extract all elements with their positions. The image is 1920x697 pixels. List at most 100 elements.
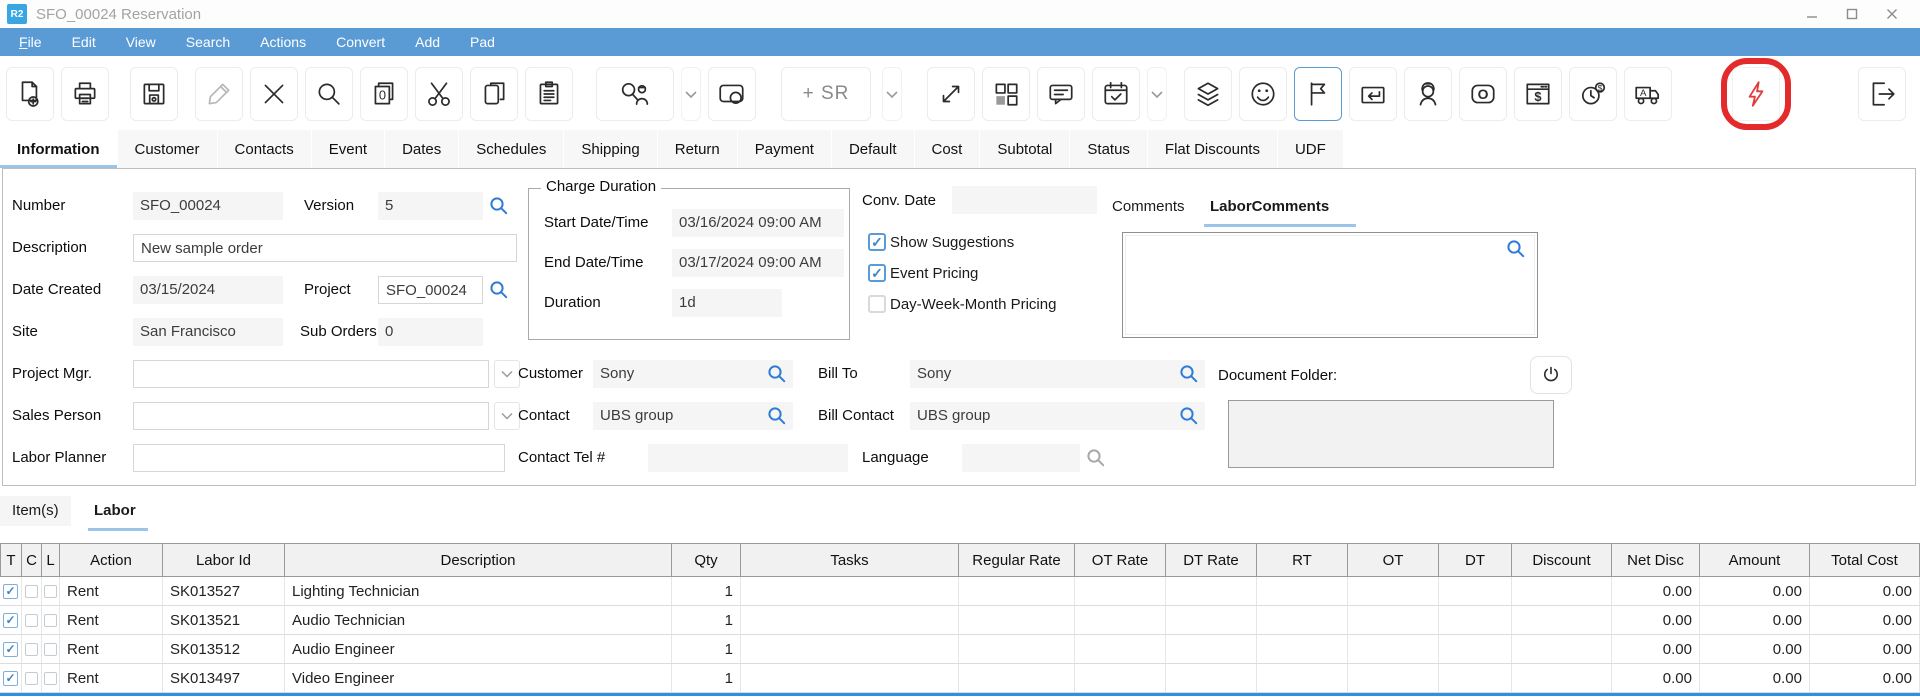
menu-item-convert[interactable]: Convert	[321, 28, 400, 56]
bill-to-search-icon[interactable]	[1179, 364, 1199, 384]
checkbox-unchecked-icon[interactable]: ✓	[25, 614, 38, 627]
tab-subtotal[interactable]: Subtotal	[980, 130, 1069, 168]
tab-dates[interactable]: Dates	[385, 130, 458, 168]
tab-items[interactable]: Item(s)	[0, 496, 71, 526]
table-row[interactable]: ✓✓✓RentSK013527Lighting Technician10.000…	[0, 577, 1920, 606]
checkbox-unchecked-icon[interactable]: ✓	[25, 672, 38, 685]
customer-search-icon[interactable]	[767, 364, 787, 384]
menu-item-search[interactable]: Search	[171, 28, 245, 56]
checkbox-unchecked-icon[interactable]: ✓	[25, 585, 38, 598]
labor-comments-textarea[interactable]	[1122, 232, 1538, 338]
cell-l[interactable]: ✓	[42, 577, 60, 605]
column-header-discount[interactable]: Discount	[1512, 544, 1612, 576]
layout-grid-button[interactable]	[982, 67, 1030, 121]
column-header-regular_rate[interactable]: Regular Rate	[959, 544, 1075, 576]
checkbox-checked-icon[interactable]: ✓	[3, 584, 18, 599]
close-button[interactable]	[1872, 0, 1912, 28]
tab-return[interactable]: Return	[658, 130, 737, 168]
version-search-icon[interactable]	[489, 196, 509, 216]
project-mgr-dropdown[interactable]	[494, 360, 520, 388]
return-box-button[interactable]	[1349, 67, 1397, 121]
calendar-dropdown[interactable]	[1147, 67, 1167, 121]
tab-comments[interactable]: Comments	[1112, 192, 1185, 222]
project-search-icon[interactable]	[489, 280, 509, 300]
tab-contacts[interactable]: Contacts	[218, 130, 311, 168]
invoice-window-button[interactable]: $	[1514, 67, 1562, 121]
table-row[interactable]: ✓✓✓RentSK013521Audio Technician10.000.00…	[0, 606, 1920, 635]
column-header-total_cost[interactable]: Total Cost	[1810, 544, 1920, 576]
duplicate-button[interactable]	[470, 67, 518, 121]
new-document-button[interactable]	[6, 67, 54, 121]
checkbox-checked-icon[interactable]: ✓	[868, 264, 886, 282]
search-person-button[interactable]	[596, 67, 674, 121]
tab-schedules[interactable]: Schedules	[459, 130, 563, 168]
document-folder-button[interactable]	[1530, 356, 1572, 394]
comments-search-icon[interactable]	[1506, 239, 1526, 259]
tab-default[interactable]: Default	[832, 130, 914, 168]
menu-item-actions[interactable]: Actions	[245, 28, 321, 56]
option-show-suggestions[interactable]: ✓ Show Suggestions	[868, 233, 1014, 251]
menu-item-file[interactable]: File	[4, 28, 57, 56]
column-header-ot[interactable]: OT	[1348, 544, 1439, 576]
description-field[interactable]: New sample order	[133, 234, 517, 262]
option-event-pricing[interactable]: ✓ Event Pricing	[868, 264, 978, 282]
checkbox-checked-icon[interactable]: ✓	[3, 671, 18, 686]
menu-item-view[interactable]: View	[111, 28, 171, 56]
add-sr-button[interactable]: + SR	[781, 67, 871, 121]
cut-button[interactable]	[415, 67, 463, 121]
cell-c[interactable]: ✓	[22, 635, 42, 663]
column-header-net_disc[interactable]: Net Disc	[1612, 544, 1700, 576]
delete-button[interactable]	[250, 67, 298, 121]
language-search-icon[interactable]	[1086, 448, 1106, 468]
sales-person-dropdown[interactable]	[494, 402, 520, 430]
tab-flat-discounts[interactable]: Flat Discounts	[1148, 130, 1277, 168]
cell-t[interactable]: ✓	[0, 664, 22, 692]
flag-button[interactable]	[1294, 67, 1342, 121]
table-row[interactable]: ✓✓✓RentSK013512Audio Engineer10.000.000.…	[0, 635, 1920, 664]
screen-search-button[interactable]	[708, 67, 756, 121]
expand-button[interactable]	[927, 67, 975, 121]
checkbox-unchecked-icon[interactable]: ✓	[44, 672, 57, 685]
column-header-dt[interactable]: DT	[1439, 544, 1512, 576]
tab-customer[interactable]: Customer	[118, 130, 217, 168]
o-box-button[interactable]: O	[1459, 67, 1507, 121]
tab-event[interactable]: Event	[312, 130, 384, 168]
search-person-dropdown[interactable]	[681, 67, 701, 121]
sales-person-field[interactable]	[133, 402, 489, 430]
column-header-ot_rate[interactable]: OT Rate	[1075, 544, 1166, 576]
checkbox-checked-icon[interactable]: ✓	[868, 233, 886, 251]
document-folder-textarea[interactable]	[1228, 400, 1554, 468]
search-button[interactable]	[305, 67, 353, 121]
cell-c[interactable]: ✓	[22, 606, 42, 634]
tab-payment[interactable]: Payment	[738, 130, 831, 168]
calendar-check-button[interactable]	[1092, 67, 1140, 121]
tab-shipping[interactable]: Shipping	[564, 130, 656, 168]
edit-button[interactable]	[195, 67, 243, 121]
tab-status[interactable]: Status	[1070, 130, 1147, 168]
menu-item-edit[interactable]: Edit	[57, 28, 111, 56]
add-sr-dropdown[interactable]	[882, 67, 902, 121]
checkbox-checked-icon[interactable]: ✓	[3, 642, 18, 657]
checkbox-checked-icon[interactable]: ✓	[3, 613, 18, 628]
column-header-rt[interactable]: RT	[1257, 544, 1348, 576]
copy-zero-button[interactable]: 0	[360, 67, 408, 121]
project-mgr-field[interactable]	[133, 360, 489, 388]
checkbox-unchecked-icon[interactable]: ✓	[868, 295, 886, 313]
column-header-t[interactable]: T	[0, 544, 22, 576]
column-header-description[interactable]: Description	[285, 544, 672, 576]
menu-item-pad[interactable]: Pad	[455, 28, 510, 56]
column-header-labor_id[interactable]: Labor Id	[163, 544, 285, 576]
cell-c[interactable]: ✓	[22, 664, 42, 692]
column-header-c[interactable]: C	[22, 544, 42, 576]
project-field[interactable]: SFO_00024	[378, 276, 483, 304]
minimize-button[interactable]	[1792, 0, 1832, 28]
cell-l[interactable]: ✓	[42, 664, 60, 692]
paste-button[interactable]	[525, 67, 573, 121]
column-header-amount[interactable]: Amount	[1700, 544, 1810, 576]
contact-search-icon[interactable]	[767, 406, 787, 426]
checkbox-unchecked-icon[interactable]: ✓	[44, 585, 57, 598]
smiley-button[interactable]	[1239, 67, 1287, 121]
checkbox-unchecked-icon[interactable]: ✓	[25, 643, 38, 656]
lightning-button[interactable]	[1732, 67, 1780, 121]
column-header-tasks[interactable]: Tasks	[741, 544, 959, 576]
